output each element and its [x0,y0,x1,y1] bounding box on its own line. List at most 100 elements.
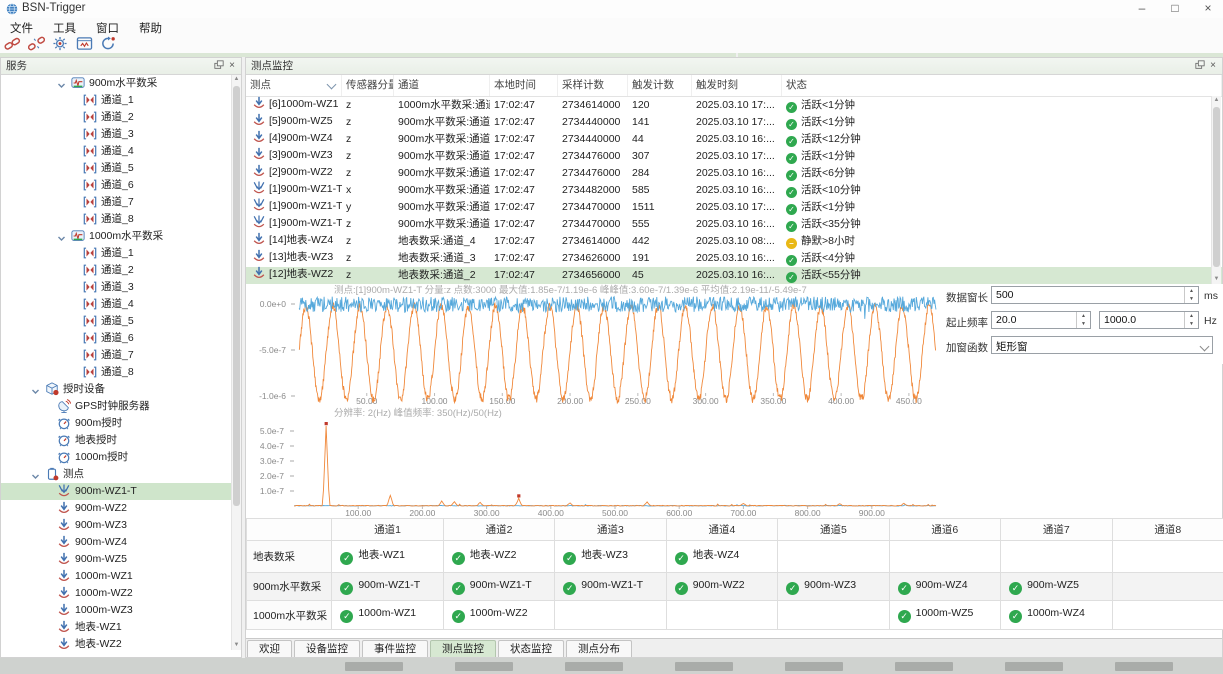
scroll-up-icon[interactable]: ▲ [232,75,241,84]
tree-item[interactable]: 授时设备 [1,381,241,398]
tree-item[interactable]: 通道_3 [1,126,241,143]
taskbar-item[interactable] [345,662,403,671]
tab-item[interactable]: 状态监控 [498,640,564,657]
tree-item[interactable]: 1000m水平数采 [1,228,241,245]
grid-cell[interactable]: ✓900m-WZ2 [666,572,777,601]
menu-item[interactable]: 窗口 [86,18,129,38]
grid-cell[interactable] [666,601,777,630]
grid-cell[interactable] [1112,572,1223,601]
taskbar-item[interactable] [565,662,623,671]
grid-cell[interactable] [1001,541,1112,573]
taskbar-item[interactable] [895,662,953,671]
grid-cell[interactable] [555,601,666,630]
tree-item[interactable]: 900m授时 [1,415,241,432]
grid-cell[interactable] [889,541,1000,573]
tree-item[interactable]: 1000m-WZ3 [1,602,241,619]
grid-cell[interactable]: ✓900m-WZ4 [889,572,1000,601]
grid-column-header[interactable]: 通道6 [889,519,1000,541]
grid-cell[interactable] [778,541,889,573]
grid-cell[interactable]: ✓地表-WZ3 [555,541,666,573]
tree-item[interactable]: 通道_2 [1,109,241,126]
spin-down-icon[interactable]: ▼ [1077,320,1090,328]
grid-column-header[interactable]: 通道1 [332,519,443,541]
window-func-dropdown[interactable]: 矩形窗 [991,336,1213,354]
column-header[interactable]: 本地时间 [490,75,558,96]
tree-scrollbar[interactable]: ▲ ▼ [231,75,241,650]
grid-column-header[interactable]: 通道4 [666,519,777,541]
tree-item[interactable]: 1000m授时 [1,449,241,466]
grid-cell[interactable]: ✓1000m-WZ5 [889,601,1000,630]
grid-cell[interactable]: ✓900m-WZ1-T [443,572,554,601]
tree-item[interactable]: 通道_6 [1,330,241,347]
grid-cell[interactable]: ✓1000m-WZ1 [332,601,443,630]
table-row[interactable]: [14]地表-WZ4z地表数采:通道_417:02:47273461400044… [246,233,1222,250]
tree-item[interactable]: 通道_8 [1,364,241,381]
scroll-down-icon[interactable]: ▼ [1212,275,1221,284]
minimize-button[interactable]: – [1127,0,1157,18]
tree-item[interactable]: 通道_8 [1,211,241,228]
tree-item[interactable]: 通道_4 [1,296,241,313]
tree-item[interactable]: 通道_5 [1,160,241,177]
tree-item[interactable]: 地表-WZ2 [1,636,241,650]
grid-cell[interactable] [1112,541,1223,573]
scroll-up-icon[interactable]: ▲ [1212,96,1221,105]
grid-cell[interactable]: ✓1000m-WZ4 [1001,601,1112,630]
table-row[interactable]: [2]900m-WZ2z900m水平数采:通道_417:02:472734476… [246,165,1222,182]
spinner-buttons[interactable]: ▲▼ [1076,312,1090,328]
float-panel-icon[interactable] [213,60,225,72]
tab-item[interactable]: 欢迎 [247,640,292,657]
tree-item[interactable]: 通道_7 [1,194,241,211]
grid-cell[interactable]: ✓900m-WZ1-T [332,572,443,601]
close-panel-icon[interactable]: × [1207,60,1219,72]
table-scrollbar[interactable]: ▲ ▼ [1211,96,1221,284]
spin-down-icon[interactable]: ▼ [1185,295,1198,303]
menu-item[interactable]: 帮助 [129,18,172,38]
connect-icon[interactable] [0,36,24,52]
column-header[interactable]: 状态 [782,75,1222,96]
tree-item[interactable]: 通道_3 [1,279,241,296]
column-header[interactable]: 采样计数 [558,75,628,96]
tab-item[interactable]: 事件监控 [362,640,428,657]
close-button[interactable]: × [1193,0,1223,18]
column-header[interactable]: 传感器分量 [342,75,394,96]
spinner-buttons[interactable]: ▲▼ [1184,312,1198,328]
table-row[interactable]: [6]1000m-WZ1z1000m水平数采:通道_117:02:4727346… [246,97,1222,114]
tree-item[interactable]: 通道_5 [1,313,241,330]
tree-item[interactable]: 900m-WZ1-T [1,483,241,500]
tree-item[interactable]: 900m-WZ2 [1,500,241,517]
table-row[interactable]: [13]地表-WZ3z地表数采:通道_317:02:47273462600019… [246,250,1222,267]
spin-down-icon[interactable]: ▼ [1185,320,1198,328]
table-row[interactable]: [1]900m-WZ1-Tx900m水平数采:通道_117:02:4727344… [246,182,1222,199]
tab-active[interactable]: 测点监控 [430,640,496,657]
spin-up-icon[interactable]: ▲ [1185,312,1198,320]
spin-up-icon[interactable]: ▲ [1185,287,1198,295]
disconnect-icon[interactable] [24,36,48,52]
taskbar-item[interactable] [1005,662,1063,671]
tree-item[interactable]: 1000m-WZ2 [1,585,241,602]
grid-cell[interactable] [778,601,889,630]
tree-item[interactable]: 通道_6 [1,177,241,194]
tree-item[interactable]: 测点 [1,466,241,483]
taskbar-item[interactable] [1115,662,1173,671]
tab-item[interactable]: 设备监控 [294,640,360,657]
tree-item[interactable]: 地表-WZ1 [1,619,241,636]
scroll-thumb[interactable] [1213,107,1220,267]
grid-cell[interactable] [1112,601,1223,630]
grid-column-header[interactable]: 通道2 [443,519,554,541]
taskbar-item[interactable] [675,662,733,671]
monitor-window-icon[interactable] [72,36,96,52]
menu-item[interactable]: 工具 [43,18,86,38]
sort-caret-icon[interactable] [327,80,337,90]
scroll-thumb[interactable] [233,86,240,506]
taskbar-item[interactable] [785,662,843,671]
column-header[interactable]: 通道 [394,75,490,96]
grid-cell[interactable]: ✓1000m-WZ2 [443,601,554,630]
table-row[interactable]: [4]900m-WZ4z900m水平数采:通道_617:02:472734440… [246,131,1222,148]
grid-cell[interactable]: ✓地表-WZ4 [666,541,777,573]
table-row[interactable]: [3]900m-WZ3z900m水平数采:通道_517:02:472734476… [246,148,1222,165]
scroll-down-icon[interactable]: ▼ [232,641,241,650]
tree-item[interactable]: 通道_1 [1,245,241,262]
freq-start-input[interactable]: 20.0 ▲▼ [991,311,1091,329]
float-panel-icon[interactable] [1194,60,1206,72]
grid-column-header[interactable]: 通道5 [778,519,889,541]
